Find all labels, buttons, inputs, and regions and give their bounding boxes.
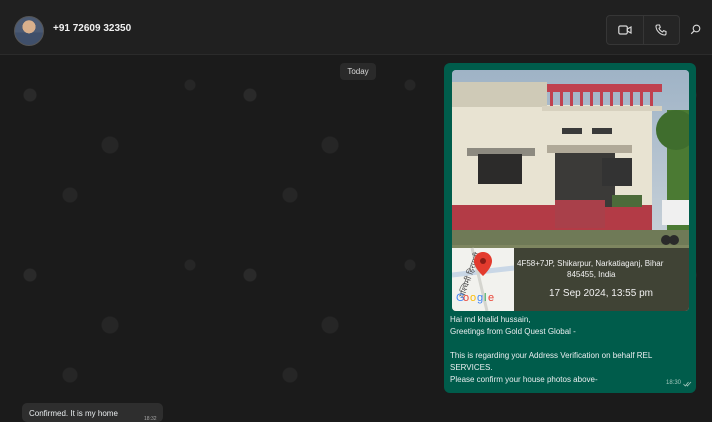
message-line-1: Hai md khalid hussain, — [450, 315, 531, 324]
phone-icon — [655, 24, 667, 36]
contact-name[interactable]: +91 72609 32350 — [53, 23, 131, 34]
incoming-message-text: Confirmed. It is my home — [29, 409, 118, 418]
svg-text:o: o — [470, 292, 476, 304]
svg-text:e: e — [488, 292, 494, 304]
outgoing-message-time: 18:30 — [666, 380, 682, 386]
voice-call-button[interactable] — [643, 16, 679, 44]
incoming-message-time: 18:32 — [144, 416, 157, 422]
location-text-line-1: 4F58+7JP, Shikarpur, Narkatiaganj, Bihar — [517, 259, 664, 268]
chat-header: +91 72609 32350 — [0, 0, 712, 55]
svg-text:o: o — [463, 292, 469, 304]
message-line-5: Please confirm your house photos above- — [450, 375, 598, 384]
video-camera-icon — [618, 25, 632, 35]
message-line-3: This is regarding your Address Verificat… — [450, 351, 653, 360]
video-call-button[interactable] — [607, 16, 644, 44]
message-line-2: Greetings from Gold Quest Global - — [450, 327, 576, 336]
call-button-group — [606, 15, 680, 45]
location-text-line-2: 845455, India — [567, 270, 616, 279]
date-divider: Today — [340, 63, 376, 80]
svg-text:l: l — [484, 292, 486, 304]
message-line-4: SERVICES. — [450, 363, 493, 372]
svg-text:g: g — [477, 292, 483, 304]
double-check-icon — [683, 381, 692, 387]
search-icon — [690, 24, 700, 34]
avatar[interactable] — [14, 16, 44, 46]
search-button[interactable] — [684, 18, 706, 40]
photo-timestamp: 17 Sep 2024, 13:55 pm — [549, 288, 653, 299]
